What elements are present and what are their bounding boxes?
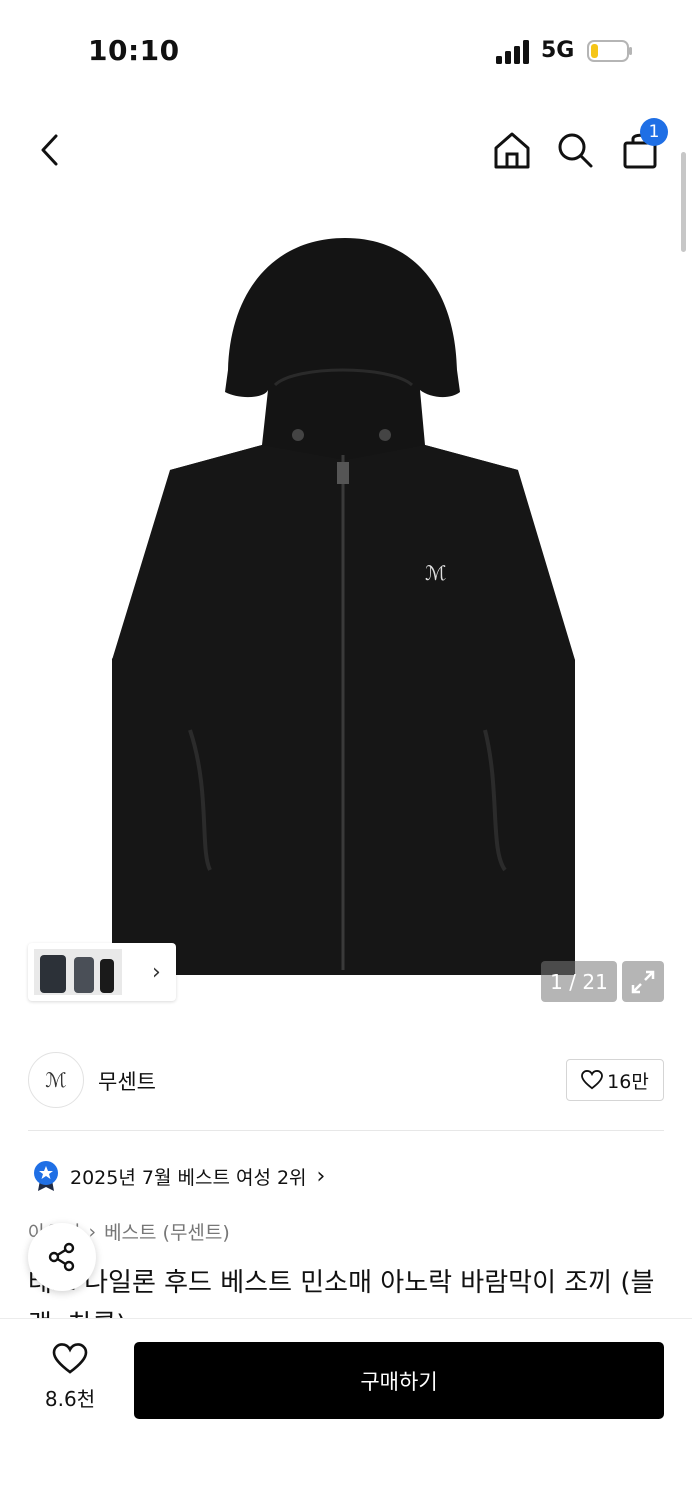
heart-icon — [581, 1070, 604, 1090]
share-icon — [48, 1242, 75, 1272]
fullscreen-button[interactable] — [622, 961, 664, 1002]
home-button[interactable] — [488, 126, 536, 174]
chevron-left-icon — [41, 134, 58, 166]
brand-name[interactable]: 무센트 — [98, 1066, 156, 1096]
cart-count-badge: 1 — [640, 118, 668, 146]
expand-icon — [631, 970, 655, 993]
status-time: 10:10 — [88, 34, 180, 67]
brand-like-button[interactable]: 16만 — [566, 1059, 664, 1101]
svg-text:ℳ: ℳ — [425, 561, 446, 585]
top-navigation: 1 — [0, 118, 692, 182]
search-button[interactable] — [551, 126, 599, 174]
thumbnail-vests-image — [40, 955, 114, 993]
wishlist-button[interactable]: 8.6천 — [30, 1343, 110, 1412]
thumbnail-image[interactable] — [34, 949, 122, 995]
wishlist-count: 8.6천 — [44, 1387, 96, 1411]
home-icon — [494, 132, 530, 169]
product-title: 테크 나일론 후드 베스트 민소매 아노락 바람막이 조끼 (블랙, 차콜) — [28, 1268, 655, 1318]
status-bar: 10:10 5G — [0, 0, 692, 100]
ranking-text: 2025년 7월 베스트 여성 2위 — [70, 1166, 307, 1189]
thumbnail-strip[interactable]: › — [28, 943, 176, 1001]
bottom-action-bar: 8.6천 구매하기 — [0, 1318, 692, 1500]
share-button[interactable] — [28, 1223, 96, 1291]
heart-icon — [52, 1343, 88, 1374]
buy-button[interactable]: 구매하기 — [134, 1342, 664, 1419]
chevron-right-icon: › — [316, 1163, 326, 1189]
image-counter: 1 / 21 — [541, 961, 617, 1002]
back-button[interactable] — [26, 126, 74, 174]
ranking-badge-icon — [34, 1161, 58, 1191]
network-label: 5G — [541, 38, 575, 63]
battery-icon — [587, 40, 632, 62]
cart-button[interactable]: 1 — [616, 118, 668, 174]
search-icon — [558, 133, 593, 168]
brand-like-count: 16만 — [607, 1070, 649, 1093]
ranking-link[interactable]: 2025년 7월 베스트 여성 2위 › — [32, 1160, 325, 1192]
signal-icon — [496, 40, 529, 64]
brand-logo[interactable]: ℳ — [28, 1052, 84, 1108]
scrollbar[interactable] — [681, 152, 686, 252]
product-image[interactable]: ℳ — [100, 230, 590, 990]
chevron-right-icon: › — [152, 959, 161, 985]
breadcrumb-subcategory[interactable]: 베스트 (무센트) — [104, 1218, 230, 1245]
divider — [28, 1130, 664, 1131]
brand-row: ℳ 무센트 16만 — [28, 1052, 664, 1110]
